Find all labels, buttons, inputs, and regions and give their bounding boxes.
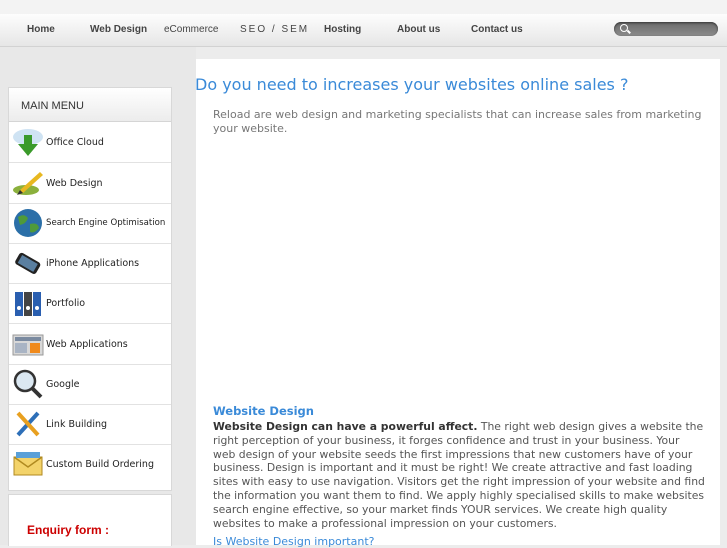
menu-item-portfolio[interactable]: Portfolio xyxy=(9,283,171,324)
menu-item-office-cloud[interactable]: Office Cloud xyxy=(9,122,171,163)
search-input[interactable] xyxy=(632,22,712,36)
cloud-download-icon xyxy=(13,129,43,156)
menu-item-label: Portfolio xyxy=(46,298,86,309)
nav-ecommerce[interactable]: eCommerce xyxy=(164,24,218,35)
enquiry-box: Enquiry form : xyxy=(8,494,172,546)
nav-hosting[interactable]: Hosting xyxy=(324,24,361,35)
main-menu: MAIN MENU Office Cloud Web Design Search… xyxy=(8,87,172,491)
page-headline: Do you need to increases your websites o… xyxy=(195,75,629,94)
binders-icon xyxy=(15,292,41,316)
menu-item-custom-build[interactable]: Custom Build Ordering xyxy=(9,444,171,484)
menu-item-label: Web Design xyxy=(46,178,103,189)
section-body: Website Design can have a powerful affec… xyxy=(213,420,705,530)
tools-icon xyxy=(16,411,40,437)
news-icon xyxy=(12,334,44,356)
menu-item-label: Web Applications xyxy=(46,339,128,350)
top-strip xyxy=(0,0,727,14)
menu-item-web-applications[interactable]: Web Applications xyxy=(9,324,171,365)
menu-item-google[interactable]: Google xyxy=(9,364,171,405)
menu-item-link-building[interactable]: Link Building xyxy=(9,404,171,445)
menu-item-seo[interactable]: Search Engine Optimisation xyxy=(9,203,171,244)
enquiry-title: Enquiry form : xyxy=(27,523,110,537)
section-body-lead: Website Design can have a powerful affec… xyxy=(213,420,478,433)
section-title: Website Design xyxy=(213,404,314,418)
search-box[interactable] xyxy=(614,22,718,36)
nav-about-us[interactable]: About us xyxy=(397,24,440,35)
menu-item-iphone[interactable]: iPhone Applications xyxy=(9,243,171,284)
menu-item-label: iPhone Applications xyxy=(46,258,140,269)
search-icon[interactable] xyxy=(620,24,628,32)
menu-item-label: Custom Build Ordering xyxy=(46,459,154,470)
section-body-text: The right web design gives a website the… xyxy=(213,420,705,530)
envelope-icon xyxy=(13,452,43,476)
intro-text: Reload are web design and marketing spec… xyxy=(213,108,702,135)
pen-icon xyxy=(13,172,43,195)
menu-item-label: Search Engine Optimisation xyxy=(46,218,166,228)
globe-icon xyxy=(14,209,42,237)
main-menu-header: MAIN MENU xyxy=(9,88,171,122)
menu-item-web-design[interactable]: Web Design xyxy=(9,163,171,204)
menu-item-label: Link Building xyxy=(46,419,108,430)
nav-contact-us[interactable]: Contact us xyxy=(471,24,523,35)
nav-home[interactable]: Home xyxy=(27,24,55,35)
phone-icon xyxy=(15,252,41,274)
main-menu-title: MAIN MENU xyxy=(21,100,84,112)
nav-seo-sem[interactable]: SEO / SEM xyxy=(240,24,309,35)
menu-item-label: Google xyxy=(46,379,80,390)
next-section-title[interactable]: Is Website Design important? xyxy=(213,535,374,548)
magnifier-icon xyxy=(13,369,43,399)
nav-web-design[interactable]: Web Design xyxy=(90,24,147,35)
menu-item-label: Office Cloud xyxy=(46,137,104,148)
